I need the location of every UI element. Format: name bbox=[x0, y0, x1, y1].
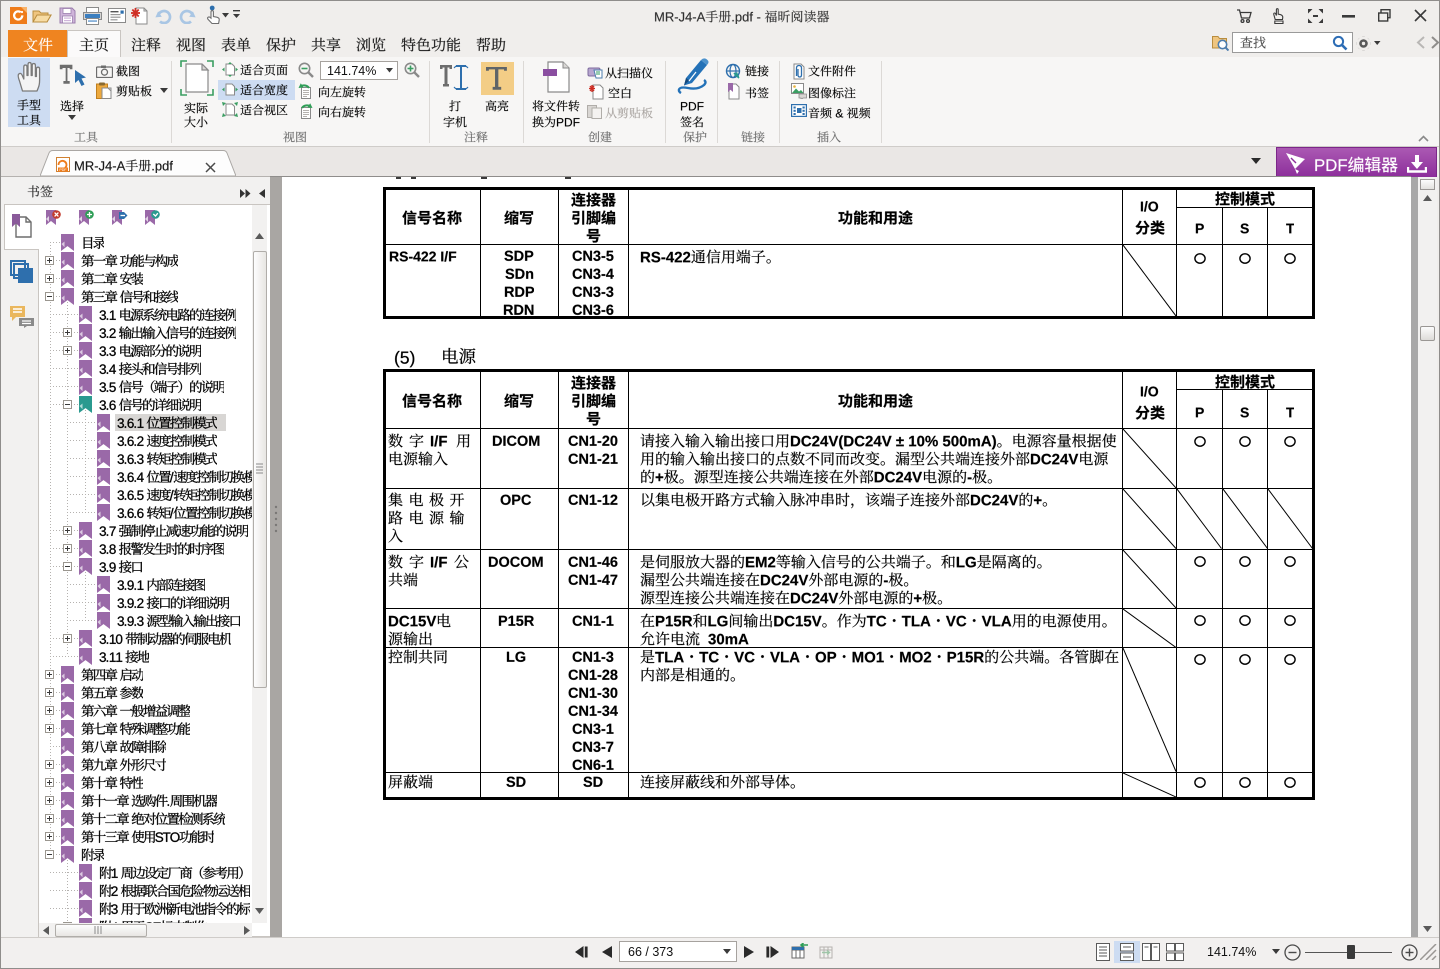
svg-text:PDF: PDF bbox=[59, 168, 67, 172]
